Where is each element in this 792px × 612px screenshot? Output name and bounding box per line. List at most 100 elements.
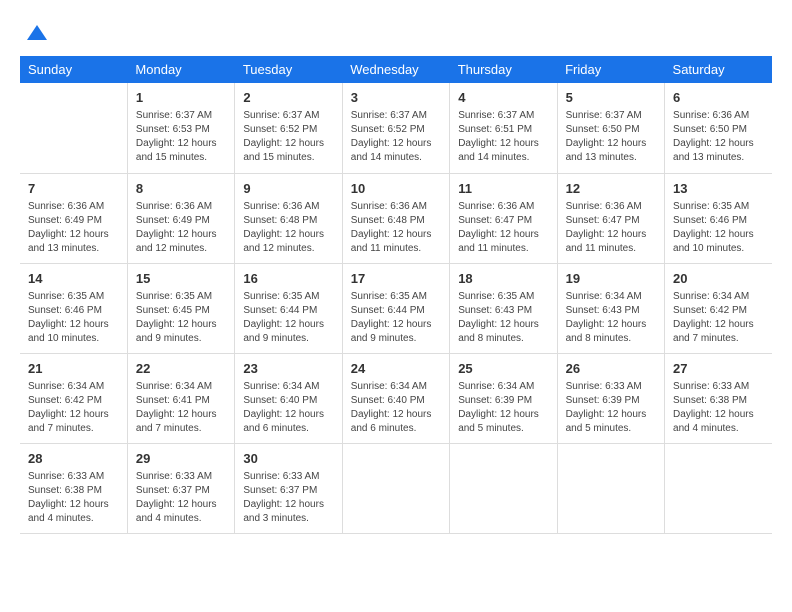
calendar-body: 1 Sunrise: 6:37 AM Sunset: 6:53 PM Daylig… xyxy=(20,83,772,533)
calendar-table: SundayMondayTuesdayWednesdayThursdayFrid… xyxy=(20,56,772,534)
day-info: Sunrise: 6:34 AM Sunset: 6:41 PM Dayligh… xyxy=(136,380,226,436)
day-number: 3 xyxy=(351,89,441,107)
day-number: 9 xyxy=(243,180,333,198)
calendar-cell: 6Sunrise: 6:36 AM Sunset: 6:50 PM Daylig… xyxy=(665,83,772,173)
day-info: Sunrise: 6:37 AM Sunset: 6:53 PM Dayligh… xyxy=(136,109,226,165)
calendar-cell xyxy=(557,443,664,533)
day-number: 8 xyxy=(136,180,226,198)
day-number: 16 xyxy=(243,270,333,288)
day-info: Sunrise: 6:33 AM Sunset: 6:37 PM Dayligh… xyxy=(136,470,226,526)
day-number: 29 xyxy=(136,450,226,468)
calendar-cell: 28Sunrise: 6:33 AM Sunset: 6:38 PM Dayli… xyxy=(20,443,127,533)
weekday-header: Monday xyxy=(127,56,234,83)
calendar-cell: 3Sunrise: 6:37 AM Sunset: 6:52 PM Daylig… xyxy=(342,83,449,173)
day-number: 24 xyxy=(351,360,441,378)
calendar-cell: 14Sunrise: 6:35 AM Sunset: 6:46 PM Dayli… xyxy=(20,263,127,353)
day-info: Sunrise: 6:36 AM Sunset: 6:47 PM Dayligh… xyxy=(566,200,656,256)
calendar-cell: 25 Sunrise: 6:34 AM Sunset: 6:39 PM Dayli… xyxy=(450,353,557,443)
day-info: Sunrise: 6:37 AM Sunset: 6:50 PM Dayligh… xyxy=(566,109,656,165)
day-number: 10 xyxy=(351,180,441,198)
day-number: 22 xyxy=(136,360,226,378)
day-info: Sunrise: 6:36 AM Sunset: 6:48 PM Dayligh… xyxy=(351,200,441,256)
day-info: Sunrise: 6:37 AM Sunset: 6:51 PM Dayligh… xyxy=(458,109,548,165)
logo xyxy=(20,20,52,46)
calendar-cell xyxy=(665,443,772,533)
day-info: Sunrise: 6:36 AM Sunset: 6:49 PM Dayligh… xyxy=(136,200,226,256)
day-info: Sunrise: 6:33 AM Sunset: 6:39 PM Dayligh… xyxy=(566,380,656,436)
day-info: Sunrise: 6:34 AM Sunset: 6:43 PM Dayligh… xyxy=(566,290,656,346)
day-info: Sunrise: 6:35 AM Sunset: 6:46 PM Dayligh… xyxy=(673,200,764,256)
day-number: 18 xyxy=(458,270,548,288)
calendar-cell: 5 Sunrise: 6:37 AM Sunset: 6:50 PM Daylig… xyxy=(557,83,664,173)
day-number: 7 xyxy=(28,180,119,198)
calendar-cell: 30 Sunrise: 6:33 AM Sunset: 6:37 PM Dayli… xyxy=(235,443,342,533)
day-number: 6 xyxy=(673,89,764,107)
calendar-cell xyxy=(450,443,557,533)
day-info: Sunrise: 6:37 AM Sunset: 6:52 PM Dayligh… xyxy=(243,109,333,165)
day-number: 14 xyxy=(28,270,119,288)
week-row: 7 Sunrise: 6:36 AM Sunset: 6:49 PM Daylig… xyxy=(20,173,772,263)
page-header xyxy=(20,20,772,46)
calendar-cell xyxy=(342,443,449,533)
weekday-header: Saturday xyxy=(665,56,772,83)
weekday-header: Sunday xyxy=(20,56,127,83)
day-number: 23 xyxy=(243,360,333,378)
calendar-cell: 24Sunrise: 6:34 AM Sunset: 6:40 PM Dayli… xyxy=(342,353,449,443)
day-info: Sunrise: 6:34 AM Sunset: 6:42 PM Dayligh… xyxy=(28,380,119,436)
day-info: Sunrise: 6:35 AM Sunset: 6:43 PM Dayligh… xyxy=(458,290,548,346)
weekday-header: Wednesday xyxy=(342,56,449,83)
day-number: 2 xyxy=(243,89,333,107)
day-info: Sunrise: 6:33 AM Sunset: 6:38 PM Dayligh… xyxy=(673,380,764,436)
calendar-cell: 26 Sunrise: 6:33 AM Sunset: 6:39 PM Dayli… xyxy=(557,353,664,443)
calendar-cell: 15Sunrise: 6:35 AM Sunset: 6:45 PM Dayli… xyxy=(127,263,234,353)
calendar-cell: 4Sunrise: 6:37 AM Sunset: 6:51 PM Daylig… xyxy=(450,83,557,173)
day-info: Sunrise: 6:36 AM Sunset: 6:49 PM Dayligh… xyxy=(28,200,119,256)
day-number: 15 xyxy=(136,270,226,288)
day-number: 19 xyxy=(566,270,656,288)
calendar-cell: 7 Sunrise: 6:36 AM Sunset: 6:49 PM Daylig… xyxy=(20,173,127,263)
day-info: Sunrise: 6:34 AM Sunset: 6:39 PM Dayligh… xyxy=(458,380,548,436)
day-number: 11 xyxy=(458,180,548,198)
calendar-cell: 17Sunrise: 6:35 AM Sunset: 6:44 PM Dayli… xyxy=(342,263,449,353)
calendar-cell: 2 Sunrise: 6:37 AM Sunset: 6:52 PM Daylig… xyxy=(235,83,342,173)
day-number: 20 xyxy=(673,270,764,288)
day-number: 5 xyxy=(566,89,656,107)
calendar-cell: 19 Sunrise: 6:34 AM Sunset: 6:43 PM Dayli… xyxy=(557,263,664,353)
day-info: Sunrise: 6:36 AM Sunset: 6:47 PM Dayligh… xyxy=(458,200,548,256)
day-number: 28 xyxy=(28,450,119,468)
day-info: Sunrise: 6:33 AM Sunset: 6:37 PM Dayligh… xyxy=(243,470,333,526)
weekday-header: Thursday xyxy=(450,56,557,83)
weekday-header: Tuesday xyxy=(235,56,342,83)
calendar-cell: 9 Sunrise: 6:36 AM Sunset: 6:48 PM Daylig… xyxy=(235,173,342,263)
calendar-cell: 8 Sunrise: 6:36 AM Sunset: 6:49 PM Daylig… xyxy=(127,173,234,263)
calendar-header-row: SundayMondayTuesdayWednesdayThursdayFrid… xyxy=(20,56,772,83)
week-row: 28Sunrise: 6:33 AM Sunset: 6:38 PM Dayli… xyxy=(20,443,772,533)
calendar-cell: 1 Sunrise: 6:37 AM Sunset: 6:53 PM Daylig… xyxy=(127,83,234,173)
logo-icon xyxy=(22,20,52,50)
day-number: 21 xyxy=(28,360,119,378)
calendar-cell: 12 Sunrise: 6:36 AM Sunset: 6:47 PM Dayli… xyxy=(557,173,664,263)
calendar-cell: 10 Sunrise: 6:36 AM Sunset: 6:48 PM Dayli… xyxy=(342,173,449,263)
week-row: 21 Sunrise: 6:34 AM Sunset: 6:42 PM Dayli… xyxy=(20,353,772,443)
day-info: Sunrise: 6:35 AM Sunset: 6:44 PM Dayligh… xyxy=(351,290,441,346)
day-number: 1 xyxy=(136,89,226,107)
calendar-cell: 13 Sunrise: 6:35 AM Sunset: 6:46 PM Dayli… xyxy=(665,173,772,263)
weekday-header: Friday xyxy=(557,56,664,83)
calendar-cell: 11 Sunrise: 6:36 AM Sunset: 6:47 PM Dayli… xyxy=(450,173,557,263)
week-row: 1 Sunrise: 6:37 AM Sunset: 6:53 PM Daylig… xyxy=(20,83,772,173)
day-number: 26 xyxy=(566,360,656,378)
day-number: 13 xyxy=(673,180,764,198)
calendar-cell: 21 Sunrise: 6:34 AM Sunset: 6:42 PM Dayli… xyxy=(20,353,127,443)
day-info: Sunrise: 6:34 AM Sunset: 6:42 PM Dayligh… xyxy=(673,290,764,346)
calendar-cell: 27Sunrise: 6:33 AM Sunset: 6:38 PM Dayli… xyxy=(665,353,772,443)
calendar-cell xyxy=(20,83,127,173)
day-info: Sunrise: 6:36 AM Sunset: 6:48 PM Dayligh… xyxy=(243,200,333,256)
calendar-cell: 20 Sunrise: 6:34 AM Sunset: 6:42 PM Dayli… xyxy=(665,263,772,353)
day-number: 30 xyxy=(243,450,333,468)
calendar-cell: 23Sunrise: 6:34 AM Sunset: 6:40 PM Dayli… xyxy=(235,353,342,443)
calendar-cell: 22 Sunrise: 6:34 AM Sunset: 6:41 PM Dayli… xyxy=(127,353,234,443)
calendar-cell: 18 Sunrise: 6:35 AM Sunset: 6:43 PM Dayli… xyxy=(450,263,557,353)
day-number: 25 xyxy=(458,360,548,378)
day-number: 12 xyxy=(566,180,656,198)
calendar-cell: 16Sunrise: 6:35 AM Sunset: 6:44 PM Dayli… xyxy=(235,263,342,353)
